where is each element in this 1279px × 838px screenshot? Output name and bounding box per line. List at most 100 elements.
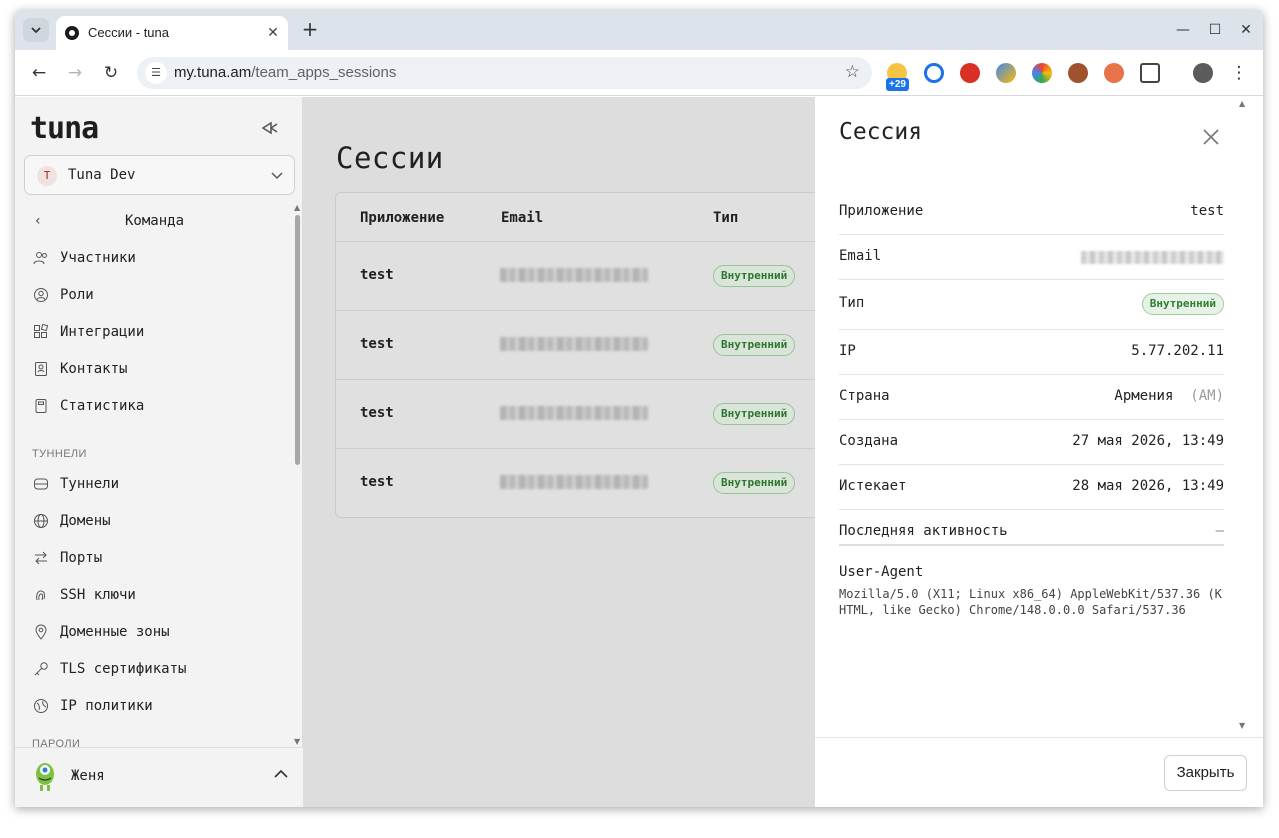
sidebar-item-label: Домены	[60, 513, 111, 529]
user-menu[interactable]: Женя	[15, 747, 303, 807]
sidebar-item-label: IP политики	[60, 698, 153, 714]
sidebar-item-roles[interactable]: Роли	[27, 280, 297, 310]
sidebar: tuna T Tuna Dev ‹ Команда Участники Роли	[15, 97, 303, 807]
close-button[interactable]: Закрыть	[1164, 755, 1247, 791]
key-icon	[34, 662, 48, 676]
field-label: Истекает	[839, 478, 907, 494]
sidebar-item-tls-certificates[interactable]: TLS сертификаты	[27, 654, 297, 684]
sidebar-item-ip-policies[interactable]: IP политики	[27, 691, 297, 721]
integrations-icon	[34, 324, 49, 338]
tab-close-icon[interactable]: ✕	[264, 24, 282, 42]
team-selector[interactable]: T Tuna Dev	[24, 155, 295, 195]
close-icon[interactable]	[1199, 125, 1223, 149]
field-value: test	[1190, 203, 1224, 219]
window-close-icon[interactable]: ✕	[1237, 21, 1255, 39]
profile-avatar[interactable]	[1193, 63, 1213, 83]
sidebar-item-ssh-keys[interactable]: SSH ключи	[27, 580, 297, 610]
bookmark-star-icon[interactable]: ☆	[845, 62, 860, 82]
sidebar-item-ports[interactable]: Порты	[27, 543, 297, 573]
user-agent-value: Mozilla/5.0 (X11; Linux x86_64) AppleWeb…	[839, 587, 1222, 617]
sidebar-item-integrations[interactable]: Интеграции	[27, 317, 297, 347]
extensions-puzzle-icon[interactable]	[1140, 63, 1160, 83]
adblock-extension-icon[interactable]	[960, 63, 980, 83]
sidebar-scrollbar[interactable]	[295, 215, 300, 465]
reload-icon[interactable]: ↻	[99, 61, 123, 85]
maximize-icon[interactable]: ☐	[1206, 21, 1224, 39]
nav-back-team[interactable]: ‹ Команда	[15, 207, 295, 235]
field-label: Создана	[839, 433, 899, 449]
back-arrow-icon[interactable]: ←	[27, 61, 51, 85]
drawer-scroll-down-icon[interactable]: ▼	[1239, 721, 1245, 730]
browser-toolbar: ← → ↻ ☰ my.tuna.am/team_apps_sessions ☆ …	[15, 50, 1263, 96]
field-last-activity: Последняя активность —	[839, 510, 1224, 555]
collapse-sidebar-icon[interactable]	[261, 121, 279, 135]
app-logo[interactable]: tuna	[30, 111, 99, 146]
tuna-favicon-icon	[65, 26, 79, 40]
tab-title: Сессии - tuna	[88, 25, 169, 40]
extension-icon-4[interactable]	[996, 63, 1016, 83]
password-manager-extension-icon[interactable]	[924, 63, 944, 83]
sidebar-item-label: Доменные зоны	[60, 624, 170, 640]
divider	[839, 544, 1224, 546]
new-tab-button[interactable]: +	[298, 18, 322, 42]
extension-badge: +29	[886, 78, 909, 91]
scroll-down-arrow-icon[interactable]: ▼	[294, 737, 300, 746]
team-avatar: T	[37, 166, 57, 186]
session-drawer: ▲ Сессия Приложение test Email Тип Внутр…	[815, 97, 1263, 807]
page: tuna T Tuna Dev ‹ Команда Участники Роли	[15, 97, 1263, 807]
forward-arrow-icon[interactable]: →	[63, 61, 87, 85]
field-email: Email	[839, 235, 1224, 280]
statistics-icon	[35, 399, 47, 413]
field-label: Email	[839, 248, 882, 264]
chevron-down-icon	[31, 27, 41, 34]
field-app: Приложение test	[839, 190, 1224, 235]
sidebar-item-tunnels[interactable]: Туннели	[27, 469, 297, 499]
field-value-redacted	[1081, 251, 1224, 264]
browser-window: Сессии - tuna ✕ + — ☐ ✕ ← → ↻ ☰ my.tuna.…	[15, 10, 1263, 807]
address-url: my.tuna.am/team_apps_sessions	[174, 64, 397, 81]
minimize-icon[interactable]: —	[1174, 21, 1192, 39]
sidebar-item-label: Контакты	[60, 361, 128, 377]
address-bar[interactable]: ☰ my.tuna.am/team_apps_sessions ☆	[137, 57, 872, 89]
drawer-scroll-up-icon[interactable]: ▲	[1239, 99, 1245, 108]
location-icon	[35, 624, 47, 640]
sidebar-item-domains[interactable]: Домены	[27, 506, 297, 536]
tab-search-button[interactable]	[23, 18, 49, 42]
ip-policy-icon	[34, 699, 48, 713]
field-label: Последняя активность	[839, 523, 1008, 539]
user-agent-label: User-Agent	[839, 564, 924, 580]
field-label: Страна	[839, 388, 890, 404]
sidebar-item-label: Туннели	[60, 476, 120, 492]
globe-icon	[34, 514, 48, 528]
users-icon	[33, 252, 47, 265]
sidebar-item-members[interactable]: Участники	[27, 243, 297, 273]
scroll-up-arrow-icon[interactable]: ▲	[294, 203, 300, 212]
color-picker-extension-icon[interactable]	[1032, 63, 1052, 83]
extension-icon-7[interactable]	[1104, 63, 1124, 83]
field-value: —	[1215, 523, 1224, 539]
sidebar-item-statistics[interactable]: Статистика	[27, 391, 297, 421]
field-label: IP	[839, 343, 856, 359]
nav-back-label: Команда	[125, 213, 185, 229]
sidebar-item-domain-zones[interactable]: Доменные зоны	[27, 617, 297, 647]
sidebar-item-label: Интеграции	[60, 324, 145, 340]
contacts-icon	[35, 362, 47, 376]
browser-menu-icon[interactable]: ⋮	[1227, 61, 1251, 85]
field-label: Приложение	[839, 203, 924, 219]
site-settings-icon[interactable]: ☰	[145, 62, 167, 84]
sidebar-item-label: Участники	[60, 250, 136, 266]
tunnels-icon	[34, 478, 48, 490]
chevron-down-icon	[271, 172, 283, 180]
sidebar-item-label: Порты	[60, 550, 103, 566]
sidebar-item-contacts[interactable]: Контакты	[27, 354, 297, 384]
ports-icon	[35, 551, 47, 565]
modal-backdrop[interactable]	[303, 97, 815, 807]
field-value: 27 мая 2026, 13:49	[1072, 433, 1224, 449]
field-value: Армения (AM)	[1114, 388, 1224, 404]
type-badge: Внутренний	[1141, 293, 1224, 315]
user-name: Женя	[71, 768, 105, 784]
browser-tab[interactable]: Сессии - tuna ✕	[56, 16, 288, 50]
sidebar-item-label: SSH ключи	[60, 587, 136, 603]
cookie-extension-icon[interactable]	[1068, 63, 1088, 83]
field-label: Тип	[839, 295, 865, 311]
